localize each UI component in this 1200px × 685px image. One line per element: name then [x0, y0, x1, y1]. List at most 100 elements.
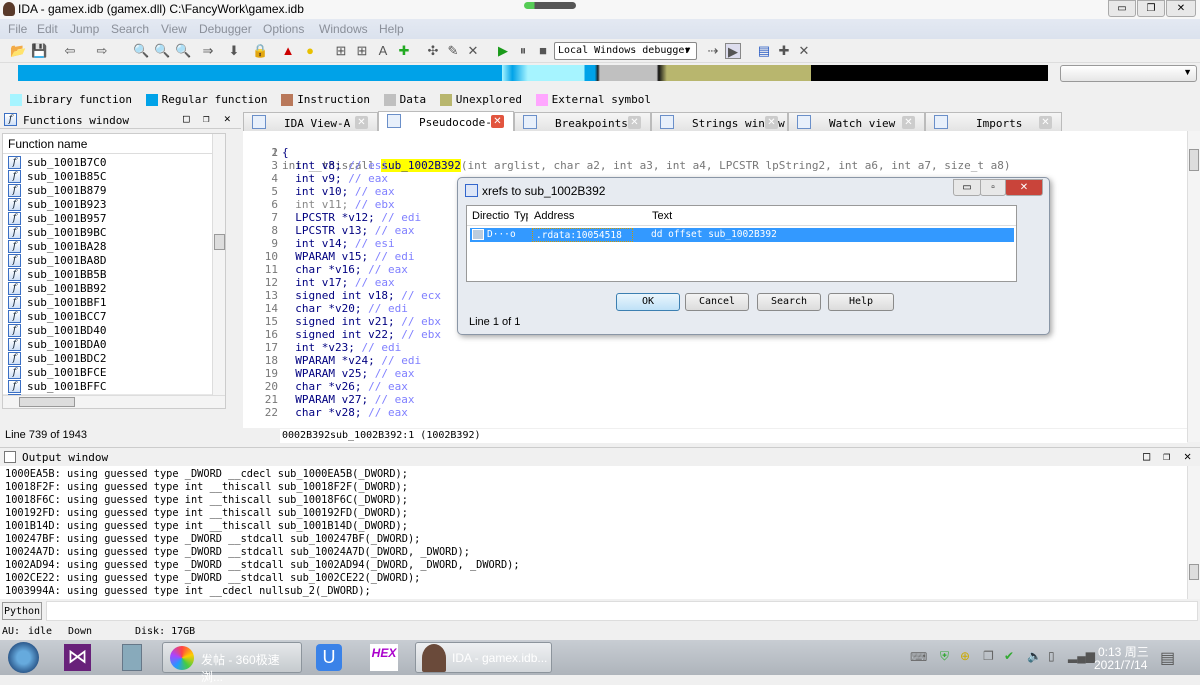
forward-icon[interactable]: ⇨: [94, 43, 110, 59]
search-binary-icon[interactable]: 🔍: [175, 43, 191, 59]
tab-pseudocode-a[interactable]: Pseudocode-A ✕: [378, 111, 514, 132]
float-icon[interactable]: ❐: [1163, 449, 1170, 463]
struct-icon[interactable]: ✣: [425, 43, 441, 59]
scrollbar-thumb[interactable]: [1189, 564, 1199, 580]
menu-file[interactable]: File: [8, 22, 27, 36]
task-360-browser[interactable]: 发帖 - 360极速浏...: [162, 642, 302, 684]
restore-icon[interactable]: □: [183, 112, 190, 125]
column-type[interactable]: Typ: [514, 210, 528, 222]
scrollbar-thumb[interactable]: [1189, 149, 1199, 171]
tab-watch-view-1[interactable]: Watch view 1 ✕: [788, 112, 925, 131]
add-icon[interactable]: ✚: [396, 43, 412, 59]
menu-edit[interactable]: Edit: [37, 22, 58, 36]
make-data-icon[interactable]: ⊞: [333, 43, 349, 59]
navigation-band[interactable]: [18, 65, 1048, 81]
xrefs-table[interactable]: Directio Typ Address Text D··· o .rdata:…: [466, 205, 1017, 282]
dialog-maximize-button[interactable]: ▫: [980, 179, 1006, 196]
segment-select[interactable]: ▼: [1060, 65, 1197, 82]
debug-run-icon[interactable]: ▶: [725, 43, 741, 59]
list-item[interactable]: f sub_1001BDC2: [3, 352, 225, 365]
list-item[interactable]: f sub_1001BB5B: [3, 268, 225, 281]
tab-imports[interactable]: Imports ✕: [925, 112, 1062, 131]
search-next-icon[interactable]: ⇒: [200, 43, 216, 59]
bulb-icon[interactable]: ●: [302, 43, 318, 59]
menu-windows[interactable]: Windows: [319, 22, 368, 36]
tab-close-icon[interactable]: ✕: [628, 116, 641, 129]
dialog-close-button[interactable]: ✕: [1005, 179, 1043, 196]
hex-editor-icon[interactable]: HEX: [370, 644, 398, 671]
app-u-icon[interactable]: U: [316, 644, 342, 671]
column-text[interactable]: Text: [652, 210, 672, 222]
delete-breakpoint-icon[interactable]: ✕: [796, 43, 812, 59]
command-input[interactable]: [46, 601, 1198, 621]
run-icon[interactable]: ▶: [495, 43, 511, 59]
shield-icon[interactable]: ⛨: [940, 649, 949, 664]
column-address[interactable]: Address: [534, 210, 574, 222]
graph-icon[interactable]: ▲: [280, 43, 296, 59]
notification-icon[interactable]: ▤: [1160, 648, 1175, 668]
tab-close-icon[interactable]: ✕: [902, 116, 915, 129]
list-item[interactable]: f sub_1001B7C0: [3, 156, 225, 169]
edit-icon[interactable]: ✎: [445, 43, 461, 59]
minimize-button[interactable]: ▭: [1108, 0, 1136, 17]
visual-studio-icon[interactable]: ⋈: [64, 644, 91, 671]
attach-icon[interactable]: ⇢: [705, 43, 721, 59]
add-breakpoint-icon[interactable]: ✚: [776, 43, 792, 59]
scrollbar-thumb[interactable]: [19, 397, 75, 407]
tab-close-icon[interactable]: ✕: [355, 116, 368, 129]
menu-view[interactable]: View: [161, 22, 187, 36]
list-item[interactable]: f sub_1001B85C: [3, 170, 225, 183]
jump-down-icon[interactable]: ⬇: [226, 43, 242, 59]
search-text-icon[interactable]: 🔍: [154, 43, 170, 59]
menu-debugger[interactable]: Debugger: [199, 22, 252, 36]
list-item[interactable]: f sub_1001BA28: [3, 240, 225, 253]
back-icon[interactable]: ⇦: [62, 43, 78, 59]
list-item[interactable]: f sub_1001BFCE: [3, 366, 225, 379]
maximize-button[interactable]: ❐: [1137, 0, 1165, 17]
battery-icon[interactable]: ▯: [1048, 649, 1055, 663]
list-item[interactable]: f sub_1001B9BC: [3, 226, 225, 239]
make-array-icon[interactable]: ⊞: [354, 43, 370, 59]
list-item[interactable]: f sub_1001B957: [3, 212, 225, 225]
open-folder-icon[interactable]: 📂: [10, 43, 26, 59]
list-item[interactable]: f sub_1001BB92: [3, 282, 225, 295]
tab-breakpoints[interactable]: Breakpoints ✕: [514, 112, 651, 131]
tab-ida-view-a[interactable]: IDA View-A ✕: [243, 112, 378, 131]
functions-list[interactable]: Function name f sub_1001B7C0 f sub_1001B85C…: [2, 133, 226, 409]
code-vertical-scrollbar[interactable]: [1187, 131, 1200, 442]
tab-close-icon[interactable]: ✕: [491, 115, 504, 128]
close-icon[interactable]: ✕: [1184, 449, 1191, 463]
table-row[interactable]: D··· o .rdata:10054518 dd offset sub_100…: [470, 228, 1014, 242]
cancel-button[interactable]: Cancel: [685, 293, 749, 311]
function-name-highlight[interactable]: sub_1002B392: [381, 159, 461, 172]
dialog-minimize-button[interactable]: ▭: [953, 179, 981, 196]
menu-search[interactable]: Search: [111, 22, 149, 36]
list-item[interactable]: f sub_1001BFFC: [3, 380, 225, 393]
lock-icon[interactable]: 🔒: [252, 43, 268, 59]
list-item[interactable]: f sub_1001BDA0: [3, 338, 225, 351]
tab-close-icon[interactable]: ✕: [765, 116, 778, 129]
vertical-scrollbar[interactable]: [212, 134, 225, 408]
tab-close-icon[interactable]: ✕: [1039, 116, 1052, 129]
menu-help[interactable]: Help: [379, 22, 404, 36]
ok-button[interactable]: OK: [616, 293, 680, 311]
restore-icon[interactable]: □: [1143, 449, 1150, 463]
start-button[interactable]: [8, 642, 39, 673]
column-header-function-name[interactable]: Function name: [3, 134, 225, 154]
breakpoint-list-icon[interactable]: ▤: [756, 43, 772, 59]
task-ida[interactable]: IDA - gamex.idb...: [415, 642, 552, 673]
list-item[interactable]: f sub_1001B879: [3, 184, 225, 197]
save-icon[interactable]: 💾: [31, 43, 47, 59]
list-item[interactable]: f sub_1001BA8D: [3, 254, 225, 267]
signal-icon[interactable]: ▂▄▆: [1068, 649, 1095, 663]
menu-jump[interactable]: Jump: [70, 22, 99, 36]
help-button[interactable]: Help: [828, 293, 894, 311]
keyboard-icon[interactable]: ⌨: [910, 650, 927, 664]
output-scrollbar[interactable]: [1187, 466, 1200, 599]
security-plus-icon[interactable]: ⊕: [960, 649, 970, 663]
windows-icon[interactable]: ❐: [983, 649, 994, 663]
pause-icon[interactable]: ⏸: [515, 43, 531, 59]
volume-icon[interactable]: 🔈: [1027, 649, 1042, 663]
output-text[interactable]: 1000EA5B: using guessed type _DWORD __cd…: [0, 466, 1187, 599]
scrollbar-thumb[interactable]: [214, 234, 225, 250]
